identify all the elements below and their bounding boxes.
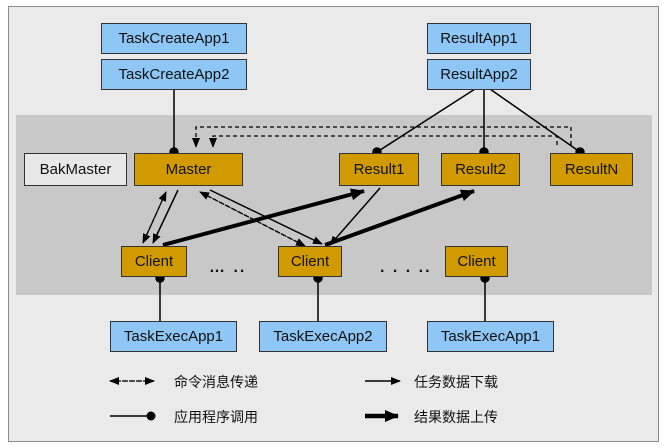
upload-lines bbox=[162, 188, 475, 247]
client-node-3: Client bbox=[445, 246, 508, 277]
result-app-2: ResultApp2 bbox=[427, 59, 531, 90]
client-node-1: Client bbox=[121, 246, 187, 277]
result-app-1: ResultApp1 bbox=[427, 23, 531, 54]
task-create-app-1: TaskCreateApp1 bbox=[101, 23, 247, 54]
ellipsis-2: . . . .. bbox=[380, 259, 432, 276]
task-exec-app-2: TaskExecApp2 bbox=[259, 321, 387, 352]
legend-upload-label: 结果数据上传 bbox=[414, 410, 498, 426]
legend-download-label: 任务数据下载 bbox=[414, 375, 498, 391]
result1-node: Result1 bbox=[339, 153, 419, 186]
legend-command-label: 命令消息传递 bbox=[174, 375, 258, 391]
resultN-node: ResultN bbox=[550, 153, 633, 186]
legend-app-call-label: 应用程序调用 bbox=[174, 410, 258, 426]
task-exec-app-3: TaskExecApp1 bbox=[427, 321, 554, 352]
task-exec-app-1: TaskExecApp1 bbox=[110, 321, 237, 352]
bak-master-node: BakMaster bbox=[24, 153, 127, 186]
client-node-2: Client bbox=[278, 246, 342, 277]
result2-node: Result2 bbox=[441, 153, 520, 186]
master-node: Master bbox=[134, 153, 243, 186]
ellipsis-1: … .. bbox=[209, 259, 247, 276]
task-create-app-2: TaskCreateApp2 bbox=[101, 59, 247, 90]
command-lines bbox=[142, 126, 572, 247]
app-call-lines bbox=[155, 88, 585, 321]
